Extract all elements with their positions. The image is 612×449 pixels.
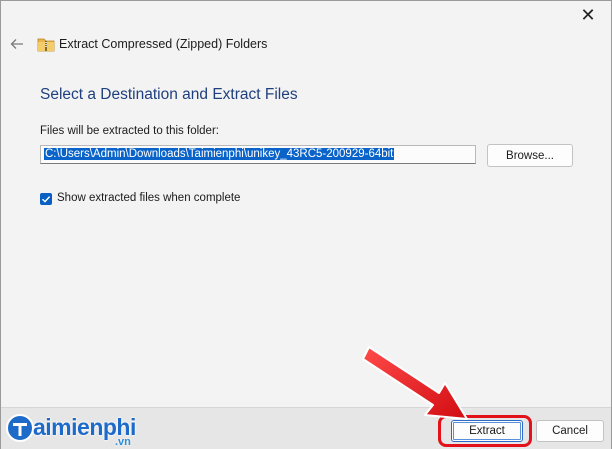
red-arrow-annotation-icon [362, 346, 468, 420]
extract-dialog: ✕ Extract Compressed (Zipped) Folders Se… [0, 0, 612, 449]
destination-label: Files will be extracted to this folder: [40, 125, 219, 137]
close-icon: ✕ [580, 4, 596, 25]
window-title: Extract Compressed (Zipped) Folders [59, 37, 268, 51]
page-heading: Select a Destination and Extract Files [40, 86, 298, 103]
checkmark-icon [42, 196, 51, 203]
browse-button[interactable]: Browse... [487, 144, 573, 167]
watermark-suffix: .vn [115, 436, 131, 448]
watermark-logo: aimienphi .vn [3, 409, 143, 449]
show-files-checkbox[interactable] [40, 193, 52, 205]
destination-path-input[interactable]: C:\Users\Admin\Downloads\Taimienphi\unik… [40, 145, 476, 164]
close-button[interactable]: ✕ [573, 3, 603, 27]
show-files-label[interactable]: Show extracted files when complete [57, 192, 240, 204]
zip-folder-icon [37, 38, 55, 52]
back-arrow-icon[interactable] [9, 36, 25, 52]
taimienphi-logo-icon [6, 414, 34, 442]
destination-path-value: C:\Users\Admin\Downloads\Taimienphi\unik… [44, 148, 395, 160]
cancel-button[interactable]: Cancel [536, 420, 604, 442]
